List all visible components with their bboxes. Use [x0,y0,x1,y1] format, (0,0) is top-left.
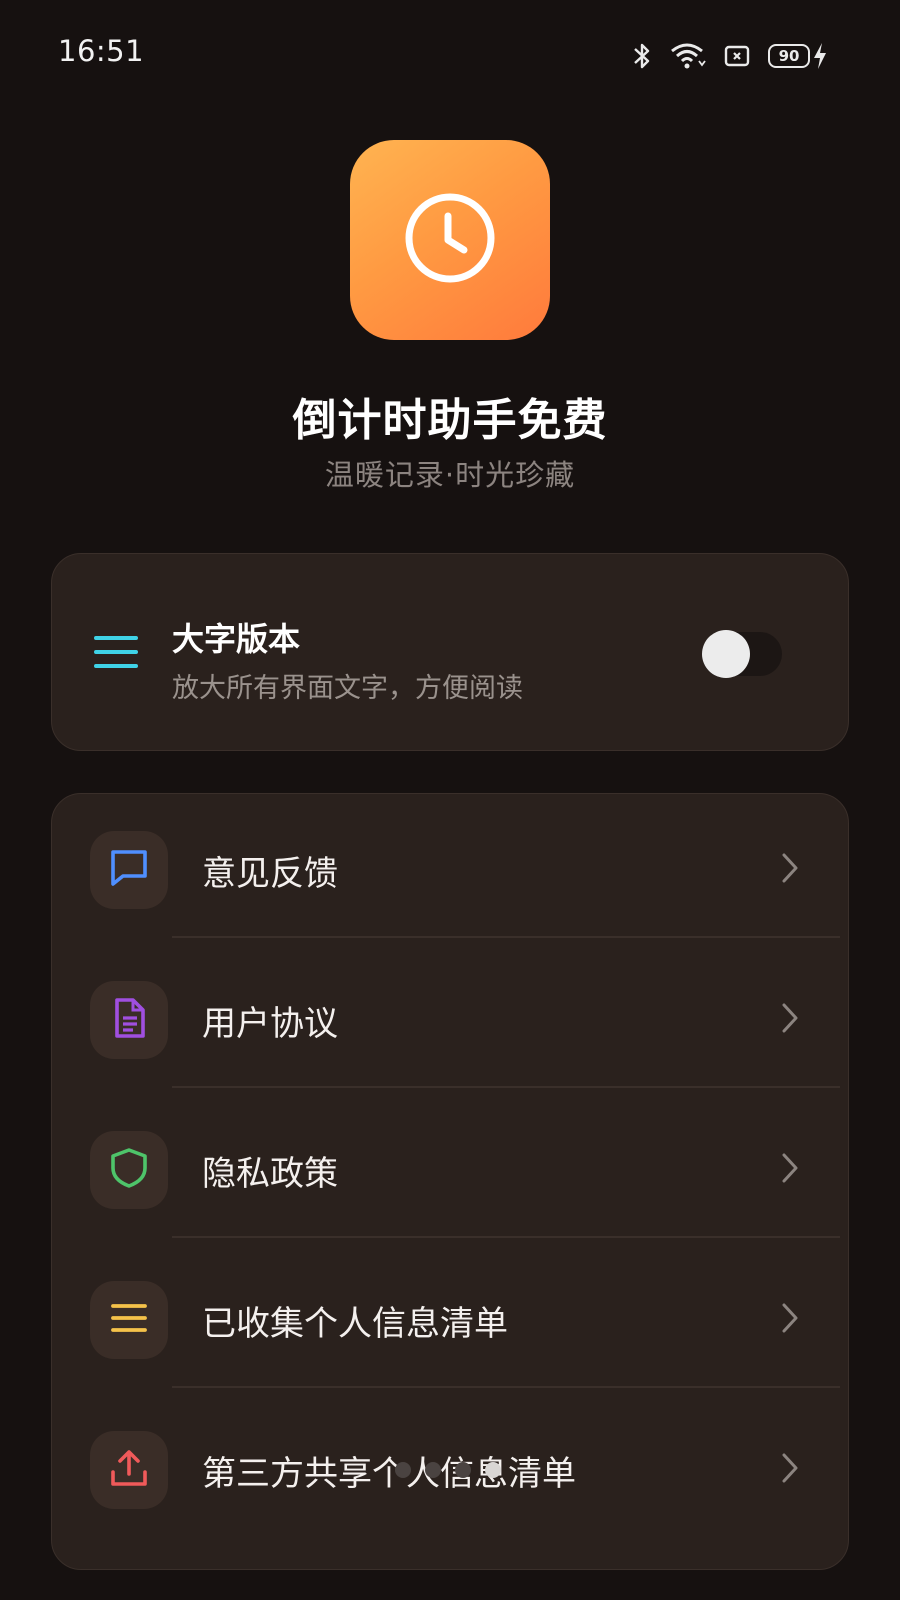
page-dot[interactable] [395,1462,411,1478]
menu-icon-container [90,831,168,909]
settings-menu-card: 意见反馈 用户协议 隐私政策 已收集个人信息清单 第三方共享个人信息清单 [51,793,849,1570]
big-font-toggle[interactable] [702,630,782,678]
document-icon [107,996,151,1044]
divider [172,936,840,938]
menu-item-label: 已收集个人信息清单 [202,1304,508,1344]
list-icon [107,1296,151,1344]
status-icons: 90 [632,38,828,74]
menu-item-collected-info[interactable]: 已收集个人信息清单 [52,1244,850,1396]
status-bar: 16:51 90 [0,0,900,110]
divider [172,1086,840,1088]
big-font-title: 大字版本 [172,620,301,658]
charging-icon [812,42,828,70]
app-title: 倒计时助手免费 [292,395,608,446]
divider [172,1386,840,1388]
chevron-right-icon [780,1001,800,1039]
shield-icon [107,1146,151,1194]
menu-item-privacy-policy[interactable]: 隐私政策 [52,1094,850,1246]
menu-item-label: 意见反馈 [202,854,338,894]
app-subtitle: 温暖记录·时光珍藏 [324,458,576,492]
sim-icon [724,45,750,67]
menu-lines-icon [94,634,138,674]
chevron-right-icon [780,1301,800,1339]
chevron-right-icon [780,851,800,889]
divider [172,1236,840,1238]
chevron-right-icon [780,1151,800,1189]
menu-item-feedback[interactable]: 意见反馈 [52,794,850,946]
page-dot-active[interactable] [485,1462,501,1478]
status-time: 16:51 [58,34,145,68]
feedback-icon [107,846,151,894]
page-indicator [395,1462,501,1478]
big-font-card: 大字版本 放大所有界面文字，方便阅读 [51,553,849,751]
menu-item-label: 第三方共享个人信息清单 [202,1454,576,1494]
chevron-right-icon [780,1451,800,1489]
battery-icon: 90 [768,42,828,70]
menu-icon-container [90,1431,168,1509]
app-icon [350,140,550,340]
wifi-icon [670,41,706,71]
bluetooth-icon [632,41,652,71]
toggle-knob [702,630,750,678]
menu-item-label: 用户协议 [202,1004,338,1044]
share-upload-icon [107,1446,151,1494]
battery-level: 90 [768,44,810,68]
menu-item-label: 隐私政策 [202,1154,338,1194]
menu-icon-container [90,1281,168,1359]
big-font-description: 放大所有界面文字，方便阅读 [172,673,523,704]
page-dot[interactable] [425,1462,441,1478]
menu-icon-container [90,981,168,1059]
menu-item-user-agreement[interactable]: 用户协议 [52,944,850,1096]
menu-icon-container [90,1131,168,1209]
clock-icon [400,188,500,292]
page-dot[interactable] [455,1462,471,1478]
